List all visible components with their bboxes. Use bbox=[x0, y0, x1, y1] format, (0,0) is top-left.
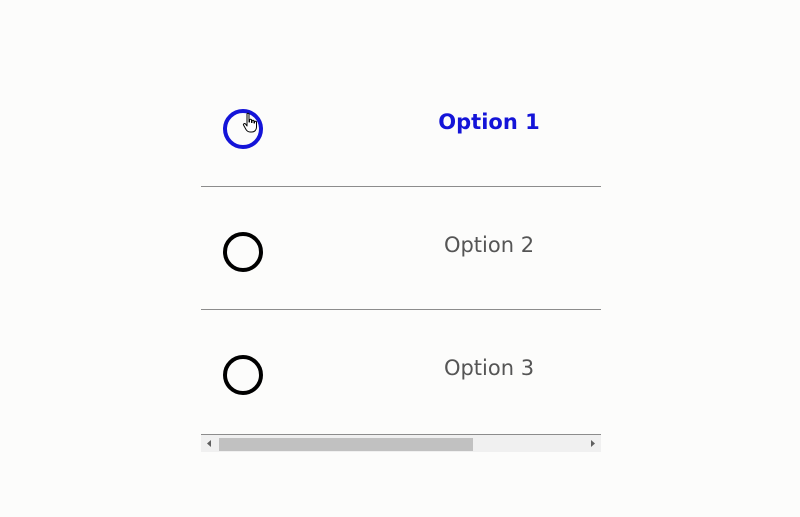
option-2-label: Option 2 bbox=[443, 233, 535, 257]
radio-option-3[interactable]: Option 3 bbox=[201, 310, 601, 432]
scroll-right-arrow-icon[interactable] bbox=[585, 435, 601, 452]
radio-button-option-1[interactable] bbox=[223, 109, 263, 149]
option-1-label: Option 1 bbox=[438, 110, 540, 134]
radio-button-option-3[interactable] bbox=[223, 355, 263, 395]
option-3-label: Option 3 bbox=[443, 356, 535, 380]
radio-option-2[interactable]: Option 2 bbox=[201, 187, 601, 309]
radio-option-1[interactable]: Option 1 bbox=[201, 64, 601, 186]
scroll-left-arrow-icon[interactable] bbox=[201, 435, 217, 452]
horizontal-scrollbar[interactable] bbox=[201, 434, 601, 452]
scrollbar-thumb[interactable] bbox=[219, 438, 473, 451]
radio-button-option-2[interactable] bbox=[223, 232, 263, 272]
radio-option-list: Option 1 Option 2 Option 3 bbox=[201, 64, 601, 452]
